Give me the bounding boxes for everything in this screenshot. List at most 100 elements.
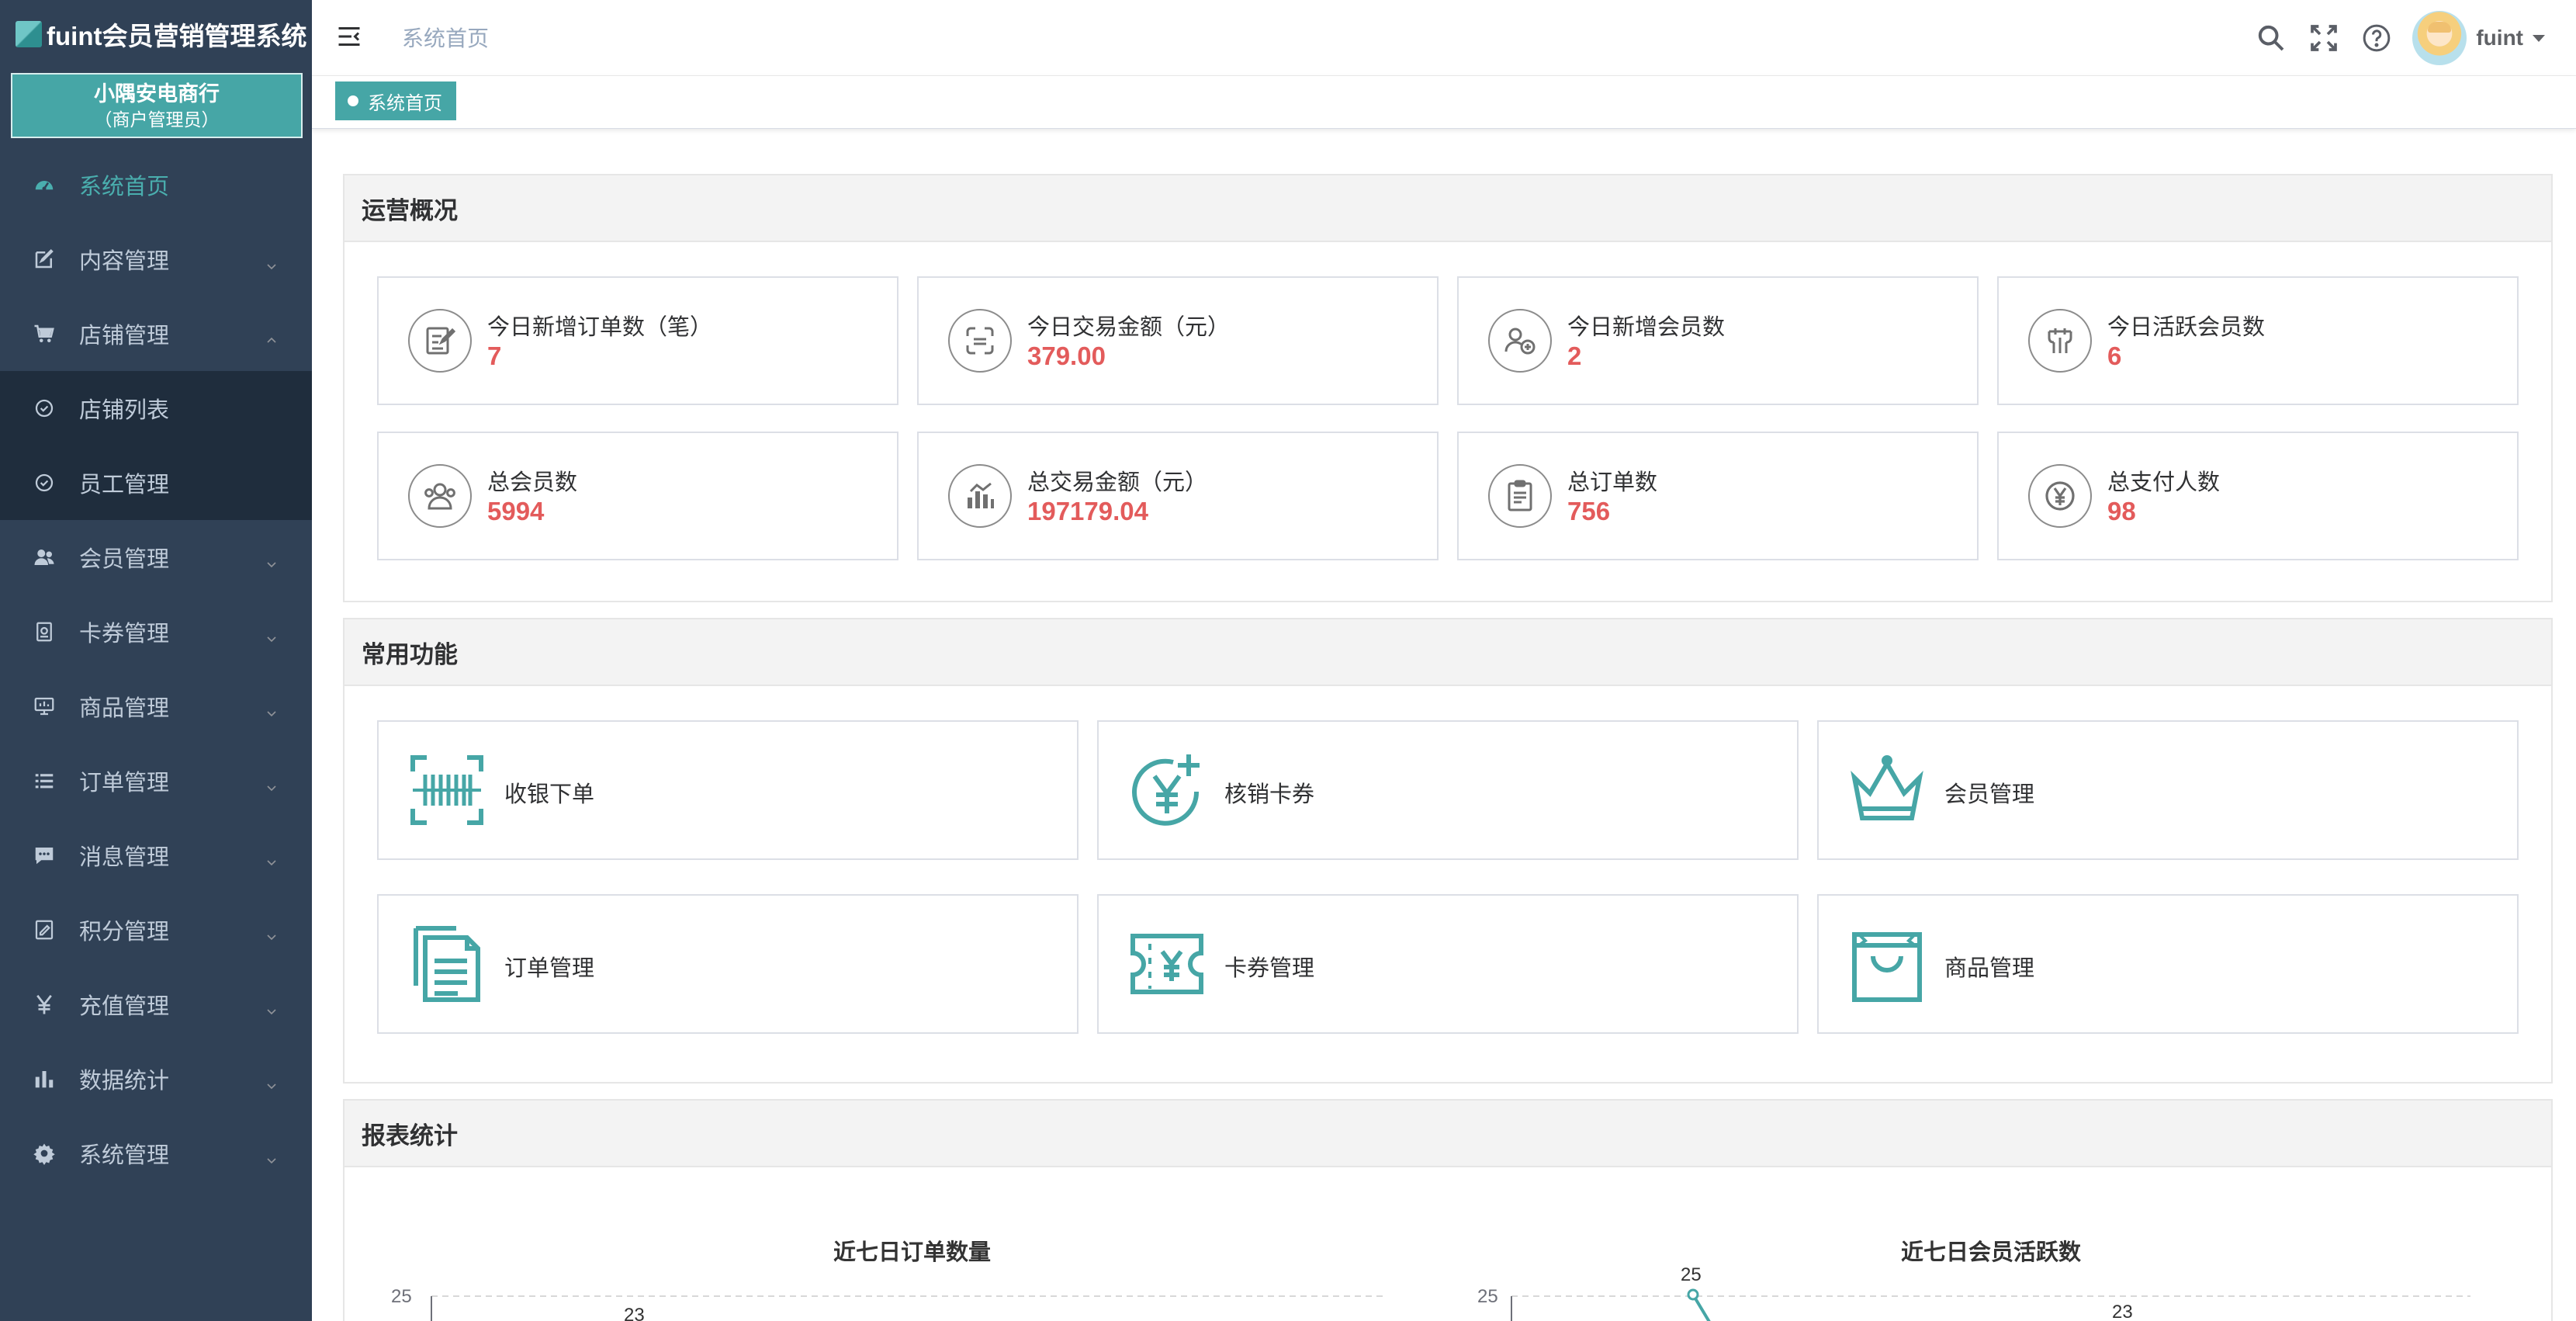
- function-member-manage[interactable]: 会员管理: [1817, 720, 2519, 860]
- overview-title: 运营概况: [345, 175, 2551, 242]
- stat-value: 379.00: [1027, 342, 1106, 370]
- users-icon: [33, 546, 56, 569]
- function-order-manage[interactable]: 订单管理: [377, 894, 1079, 1034]
- sidebar-item-orders[interactable]: 订单管理: [0, 744, 312, 818]
- chevron-down-icon: [265, 849, 278, 866]
- shopping-bag-icon: [1848, 925, 1926, 1003]
- tag-dashboard[interactable]: 系统首页: [335, 81, 456, 120]
- stat-value: 5994: [487, 497, 545, 525]
- chevron-down-icon: [265, 253, 278, 270]
- functions-panel: 常用功能 收银下单 核销卡券 会员管理 订单管理 卡券管理 商品管理: [343, 618, 2553, 1083]
- sidebar-item-label: 会员管理: [79, 547, 170, 572]
- sidebar-item-label: 系统首页: [79, 175, 170, 199]
- stat-label: 今日新增会员数: [1567, 315, 1726, 340]
- stat-value: 2: [1567, 342, 1582, 370]
- edit-icon: [33, 248, 56, 271]
- sidebar-item-store-list[interactable]: 店铺列表: [0, 371, 312, 446]
- chart2-point-label-peak: 25: [1681, 1264, 1702, 1285]
- sidebar-item-label: 订单管理: [79, 771, 170, 796]
- bar-chart-icon: [33, 1067, 56, 1090]
- sidebar-item-content[interactable]: 内容管理: [0, 222, 312, 296]
- sidebar-item-system[interactable]: 系统管理: [0, 1116, 312, 1191]
- bar-chart-icon: [948, 464, 1012, 528]
- sidebar-item-store[interactable]: 店铺管理: [0, 296, 312, 371]
- stat-label: 今日交易金额（元）: [1027, 315, 1231, 340]
- sidebar-item-goods[interactable]: 商品管理: [0, 669, 312, 744]
- chart1-point-label: 23: [624, 1305, 645, 1321]
- function-verify-coupon[interactable]: 核销卡券: [1097, 720, 1799, 860]
- stat-card-today-new-members: 今日新增会员数 2: [1457, 276, 1979, 405]
- function-cashier[interactable]: 收银下单: [377, 720, 1079, 860]
- document-list-icon: [408, 925, 486, 1003]
- list-icon: [33, 769, 56, 792]
- sidebar-item-staff[interactable]: 员工管理: [0, 446, 312, 520]
- chart2-series-line: [1691, 1293, 1711, 1321]
- users-group-icon: [408, 464, 472, 528]
- search-icon[interactable]: [2256, 23, 2287, 54]
- stat-label: 总订单数: [1567, 470, 1658, 495]
- tag-label: 系统首页: [368, 92, 442, 114]
- chevron-down-icon: [265, 775, 278, 792]
- sidebar-item-label: 充值管理: [79, 994, 170, 1019]
- stat-value: 6: [2107, 342, 2122, 370]
- function-label: 卡券管理: [1224, 956, 1315, 981]
- circle-check-icon: [33, 471, 56, 494]
- sidebar-item-coupons[interactable]: 卡券管理: [0, 595, 312, 669]
- stat-value: 197179.04: [1027, 497, 1148, 525]
- chevron-down-icon: [265, 1073, 278, 1090]
- functions-title: 常用功能: [345, 619, 2551, 686]
- stat-card-total-orders: 总订单数 756: [1457, 432, 1979, 560]
- sidebar-item-label: 消息管理: [79, 845, 170, 870]
- sidebar-item-label: 卡券管理: [79, 622, 170, 647]
- sidebar-item-label: 店铺列表: [79, 398, 170, 423]
- chevron-down-icon: [265, 1147, 278, 1164]
- sidebar-item-dashboard[interactable]: 系统首页: [0, 147, 312, 222]
- navbar-actions: fuint: [2234, 0, 2545, 76]
- stat-card-today-amount: 今日交易金额（元） 379.00: [917, 276, 1439, 405]
- yen-circle-icon: [2028, 464, 2092, 528]
- stat-label: 总会员数: [487, 470, 578, 495]
- function-coupon-manage[interactable]: 卡券管理: [1097, 894, 1799, 1034]
- scan-amount-icon: [948, 309, 1012, 373]
- sidebar-item-messages[interactable]: 消息管理: [0, 818, 312, 893]
- chart2-point: [1687, 1288, 1699, 1301]
- sidebar-item-label: 积分管理: [79, 920, 170, 945]
- brand[interactable]: fuint会员营销管理系统: [0, 0, 312, 68]
- function-label: 核销卡券: [1224, 782, 1315, 807]
- function-label: 商品管理: [1944, 956, 2035, 981]
- store-role: （商户管理员）: [94, 109, 220, 130]
- active-member-icon: [2028, 309, 2092, 373]
- ticket-icon: [1128, 925, 1206, 1003]
- stat-card-today-orders: 今日新增订单数（笔） 7: [377, 276, 898, 405]
- store-info: 小隅安电商行 （商户管理员）: [11, 73, 303, 138]
- order-edit-icon: [408, 309, 472, 373]
- chart1-y-tick-label: 25: [391, 1286, 412, 1307]
- yen-plus-icon: [1128, 751, 1206, 829]
- sidebar-item-points[interactable]: 积分管理: [0, 893, 312, 967]
- stat-card-total-payers: 总支付人数 98: [1997, 432, 2519, 560]
- sidebar-item-recharge[interactable]: 充值管理: [0, 967, 312, 1042]
- chevron-down-icon: [265, 626, 278, 643]
- tags-view: 系统首页: [312, 76, 2576, 129]
- dashboard-icon: [33, 173, 56, 196]
- help-icon[interactable]: [2361, 23, 2392, 54]
- clipboard-icon: [1488, 464, 1552, 528]
- sidebar-item-label: 店铺管理: [79, 324, 170, 348]
- stat-value: 756: [1567, 497, 1611, 525]
- hamburger-icon[interactable]: [335, 23, 363, 50]
- stat-value: 7: [487, 342, 502, 370]
- caret-down-icon[interactable]: [2533, 34, 2545, 42]
- sidebar: fuint会员营销管理系统 小隅安电商行 （商户管理员） 系统首页 内容管理 店…: [0, 0, 312, 1321]
- function-goods-manage[interactable]: 商品管理: [1817, 894, 2519, 1034]
- function-label: 会员管理: [1944, 782, 2035, 807]
- avatar[interactable]: [2412, 11, 2467, 65]
- sidebar-item-statistics[interactable]: 数据统计: [0, 1042, 312, 1116]
- breadcrumb[interactable]: 系统首页: [402, 22, 489, 53]
- reports-panel: 报表统计 近七日订单数量 近七日会员活跃数 25 23 25 25 23: [343, 1099, 2553, 1321]
- chart2-y-tick-label: 25: [1477, 1286, 1498, 1307]
- points-icon: [33, 918, 56, 941]
- username[interactable]: fuint: [2476, 26, 2523, 50]
- function-label: 收银下单: [504, 782, 595, 807]
- fullscreen-icon[interactable]: [2308, 23, 2339, 54]
- sidebar-item-members[interactable]: 会员管理: [0, 520, 312, 595]
